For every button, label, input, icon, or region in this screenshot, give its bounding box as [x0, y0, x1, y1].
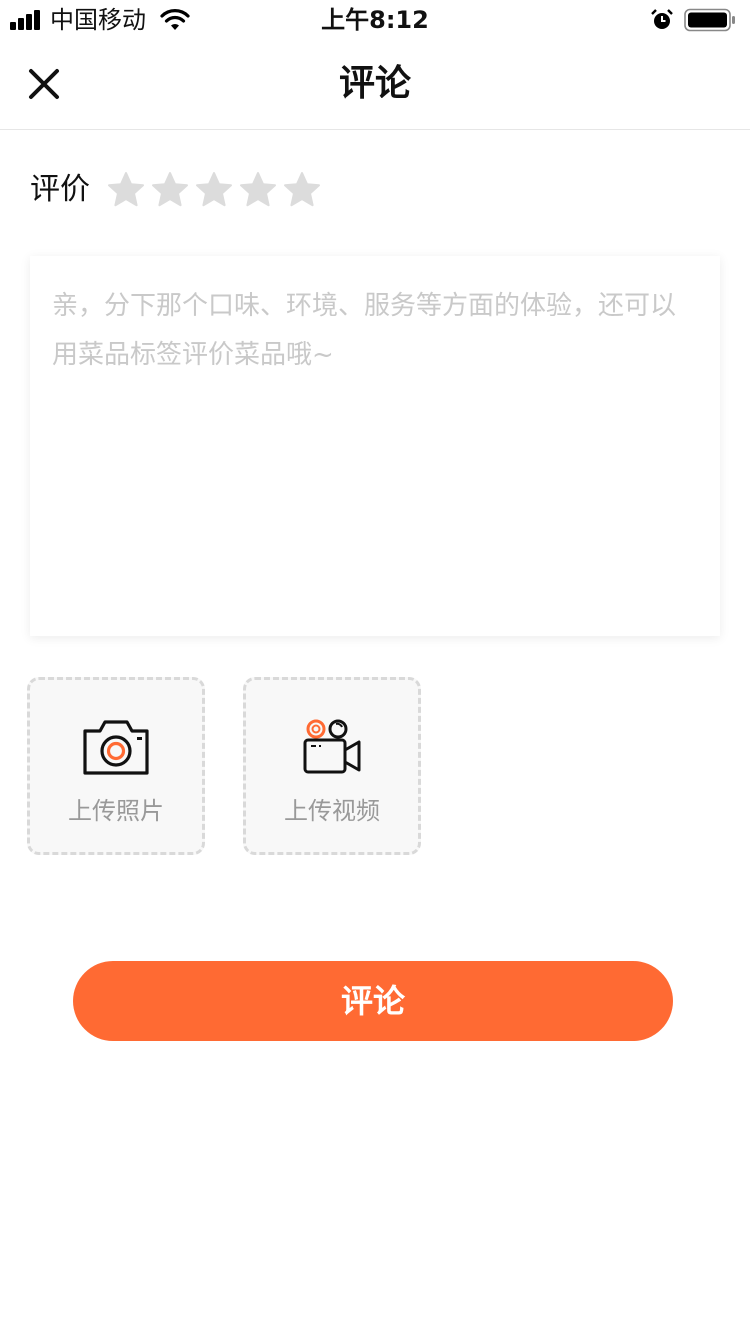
upload-photo-label: 上传照片	[68, 797, 164, 825]
page-title: 评论	[338, 63, 411, 104]
upload-video-label: 上传视频	[284, 797, 380, 825]
submit-comment-button[interactable]: 评论	[73, 961, 673, 1041]
star-3-icon[interactable]	[194, 170, 234, 210]
navigation-bar: 评论	[0, 40, 750, 130]
comment-box	[30, 256, 720, 636]
battery-icon	[684, 8, 735, 32]
star-4-icon[interactable]	[238, 170, 278, 210]
alarm-icon	[651, 9, 673, 29]
video-camera-icon	[303, 719, 361, 774]
star-2-icon[interactable]	[150, 170, 190, 210]
comment-input[interactable]	[30, 256, 720, 636]
star-5-icon[interactable]	[282, 170, 322, 210]
upload-photo-button[interactable]: 上传照片	[27, 677, 205, 855]
rating-label: 评价	[30, 172, 90, 207]
star-rating[interactable]	[106, 170, 336, 210]
camera-icon	[83, 720, 149, 775]
star-1-icon[interactable]	[106, 170, 146, 210]
upload-video-button[interactable]: 上传视频	[243, 677, 421, 855]
status-time: 上午8:12	[321, 6, 429, 34]
status-bar: 中国移动 上午8:12	[0, 0, 750, 40]
